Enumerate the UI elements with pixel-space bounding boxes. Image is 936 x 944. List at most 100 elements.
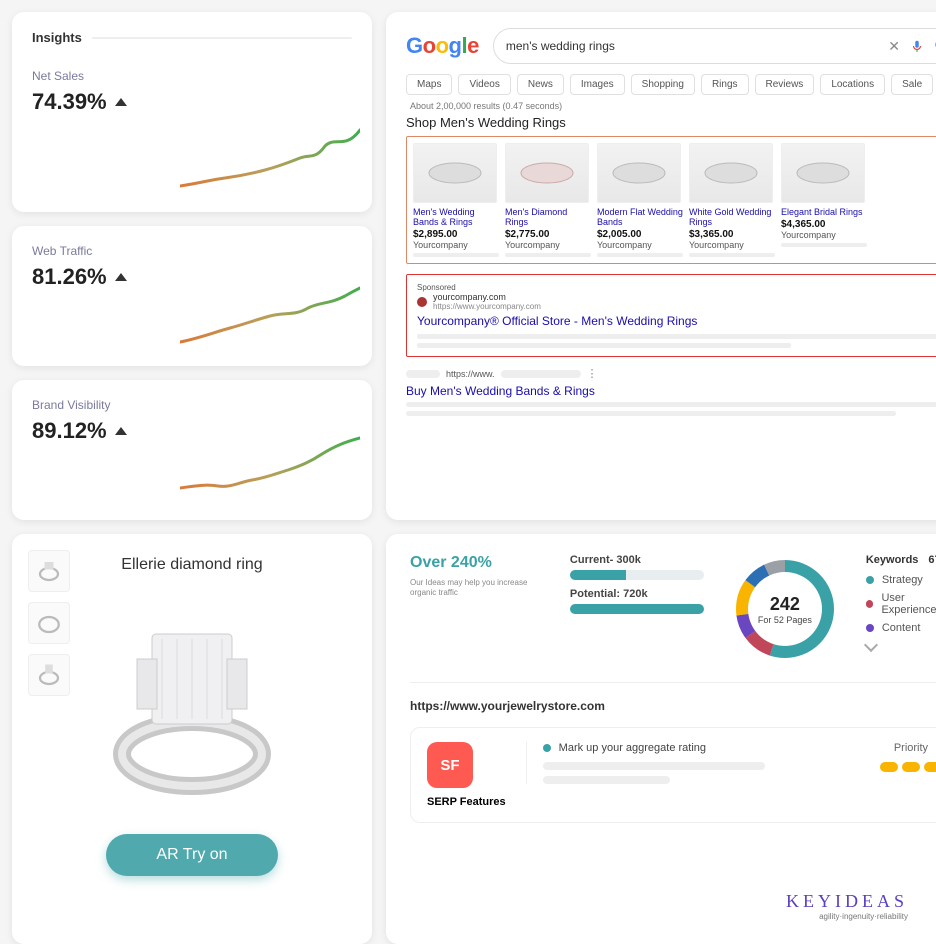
- product-title: White Gold Wedding Rings: [689, 207, 775, 227]
- product-image: [781, 143, 865, 203]
- shopping-carousel: Men's Wedding Bands & Rings $2,895.00 Yo…: [406, 136, 936, 264]
- thumbnail-list: [28, 550, 70, 696]
- product-company: Yourcompany: [597, 240, 683, 250]
- insights-header-card: Insights Net Sales 74.39%: [12, 12, 372, 212]
- potential-label: Potential: 720k: [570, 588, 704, 600]
- metric-value-brand-visibility: 89.12%: [32, 418, 107, 444]
- donut-value: 242: [770, 594, 800, 615]
- product-image-large: [82, 604, 302, 804]
- ar-tryon-button[interactable]: AR Try on: [106, 834, 277, 876]
- seo-metrics-card: Over 240% Our Ideas may help you increas…: [386, 534, 936, 944]
- product-title: Elegant Bridal Rings: [781, 207, 867, 217]
- sponsored-domain: yourcompany.com: [433, 292, 541, 302]
- tab-shopping[interactable]: Shopping: [631, 74, 695, 95]
- serp-features-box: SF SERP Features Mark up your aggregate …: [410, 727, 936, 823]
- thumbnail[interactable]: [28, 654, 70, 696]
- sponsored-result[interactable]: Sponsored yourcompany.com https://www.yo…: [406, 274, 936, 357]
- product-card[interactable]: Elegant Bridal Rings $4,365.00 Yourcompa…: [781, 143, 867, 257]
- product-price: $3,365.00: [689, 229, 775, 240]
- product-company: Yourcompany: [413, 240, 499, 250]
- product-title: Ellerie diamond ring: [121, 556, 262, 574]
- analyzed-url: https://www.yourjewelrystore.com: [410, 682, 936, 713]
- metric-label-web-traffic: Web Traffic: [32, 244, 352, 258]
- tab-videos[interactable]: Videos: [458, 74, 510, 95]
- sf-label: SERP Features: [427, 796, 506, 808]
- sparkline-web-traffic: [180, 282, 360, 352]
- thumbnail[interactable]: [28, 602, 70, 644]
- sparkline-net-sales: [180, 128, 360, 198]
- shopping-carousel-title: Shop Men's Wedding Rings: [406, 115, 936, 130]
- product-image: [505, 143, 589, 203]
- results-meta: About 2,00,000 results (0.47 seconds): [410, 101, 936, 111]
- product-price: $4,365.00: [781, 219, 867, 230]
- mic-icon[interactable]: [910, 39, 924, 53]
- product-company: Yourcompany: [505, 240, 591, 250]
- brand-name: KEYIDEAS: [786, 891, 908, 912]
- product-card[interactable]: Modern Flat Wedding Bands $2,005.00 Your…: [597, 143, 683, 257]
- product-company: Yourcompany: [781, 230, 867, 240]
- organic-url-prefix: https://www.: [446, 369, 495, 379]
- tab-maps[interactable]: Maps: [406, 74, 452, 95]
- expand-legend[interactable]: [866, 640, 936, 650]
- product-card[interactable]: White Gold Wedding Rings $3,365.00 Yourc…: [689, 143, 775, 257]
- product-title: Men's Wedding Bands & Rings: [413, 207, 499, 227]
- donut-sub: For 52 Pages: [758, 615, 812, 625]
- legend-item: Content: [866, 622, 936, 634]
- product-image: [689, 143, 773, 203]
- sponsored-label: Sponsored: [417, 283, 936, 292]
- sponsored-headline: Yourcompany® Official Store - Men's Wedd…: [417, 314, 936, 328]
- metric-card-web-traffic: Web Traffic 81.26%: [12, 226, 372, 366]
- metric-label-brand-visibility: Brand Visibility: [32, 398, 352, 412]
- metric-card-brand-visibility: Brand Visibility 89.12%: [12, 380, 372, 520]
- current-progress: [570, 570, 704, 580]
- potential-progress: [570, 604, 704, 614]
- current-label: Current- 300k: [570, 554, 704, 566]
- product-company: Yourcompany: [689, 240, 775, 250]
- sf-badge: SF: [427, 742, 473, 788]
- ideas-donut-chart: 242 For 52 Pages: [730, 554, 840, 664]
- insights-column: Insights Net Sales 74.39% Web Traffic 81…: [12, 12, 372, 520]
- search-query-text: men's wedding rings: [506, 39, 615, 53]
- thumbnail[interactable]: [28, 550, 70, 592]
- product-title: Men's Diamond Rings: [505, 207, 591, 227]
- tab-rings[interactable]: Rings: [701, 74, 749, 95]
- legend-item: User Experience: [866, 592, 936, 616]
- tab-reviews[interactable]: Reviews: [755, 74, 815, 95]
- metric-value-net-sales: 74.39%: [32, 89, 107, 115]
- product-price: $2,775.00: [505, 229, 591, 240]
- keywords-label: Keywords: [866, 554, 919, 566]
- sf-recommendation: Mark up your aggregate rating: [559, 742, 706, 754]
- keywords-count: 670: [928, 554, 936, 566]
- trend-up-icon: [115, 427, 127, 435]
- organic-result[interactable]: https://www. ⋮ Buy Men's Wedding Bands &…: [406, 367, 936, 416]
- priority-label: Priority: [880, 742, 936, 754]
- traffic-uplift: Over 240%: [410, 554, 544, 572]
- brand-tagline: agility·ingenuity·reliability: [786, 912, 908, 921]
- product-title: Modern Flat Wedding Bands: [597, 207, 683, 227]
- traffic-subtext: Our Ideas may help you increase organic …: [410, 578, 544, 599]
- metric-value-web-traffic: 81.26%: [32, 264, 107, 290]
- product-card[interactable]: Men's Wedding Bands & Rings $2,895.00 Yo…: [413, 143, 499, 257]
- chevron-down-icon: [864, 638, 878, 652]
- metric-label-net-sales: Net Sales: [32, 69, 352, 83]
- product-price: $2,005.00: [597, 229, 683, 240]
- search-tabs: Maps Videos News Images Shopping Rings R…: [406, 74, 936, 95]
- trend-up-icon: [115, 273, 127, 281]
- ar-tryon-card: Ellerie diamond ring AR Try on: [12, 534, 372, 944]
- insights-title: Insights: [32, 30, 82, 45]
- favicon-icon: [417, 297, 427, 307]
- tab-news[interactable]: News: [517, 74, 564, 95]
- tab-images[interactable]: Images: [570, 74, 625, 95]
- bullet-icon: [543, 744, 551, 752]
- sponsored-url: https://www.yourcompany.com: [433, 302, 541, 311]
- product-image: [413, 143, 497, 203]
- search-input[interactable]: men's wedding rings ✕: [493, 28, 936, 64]
- clear-icon[interactable]: ✕: [888, 38, 900, 55]
- legend-item: Strategy: [866, 574, 936, 586]
- trend-up-icon: [115, 98, 127, 106]
- tab-sale[interactable]: Sale: [891, 74, 933, 95]
- product-image: [597, 143, 681, 203]
- tab-locations[interactable]: Locations: [820, 74, 885, 95]
- product-card[interactable]: Men's Diamond Rings $2,775.00 Yourcompan…: [505, 143, 591, 257]
- sparkline-brand-visibility: [180, 436, 360, 506]
